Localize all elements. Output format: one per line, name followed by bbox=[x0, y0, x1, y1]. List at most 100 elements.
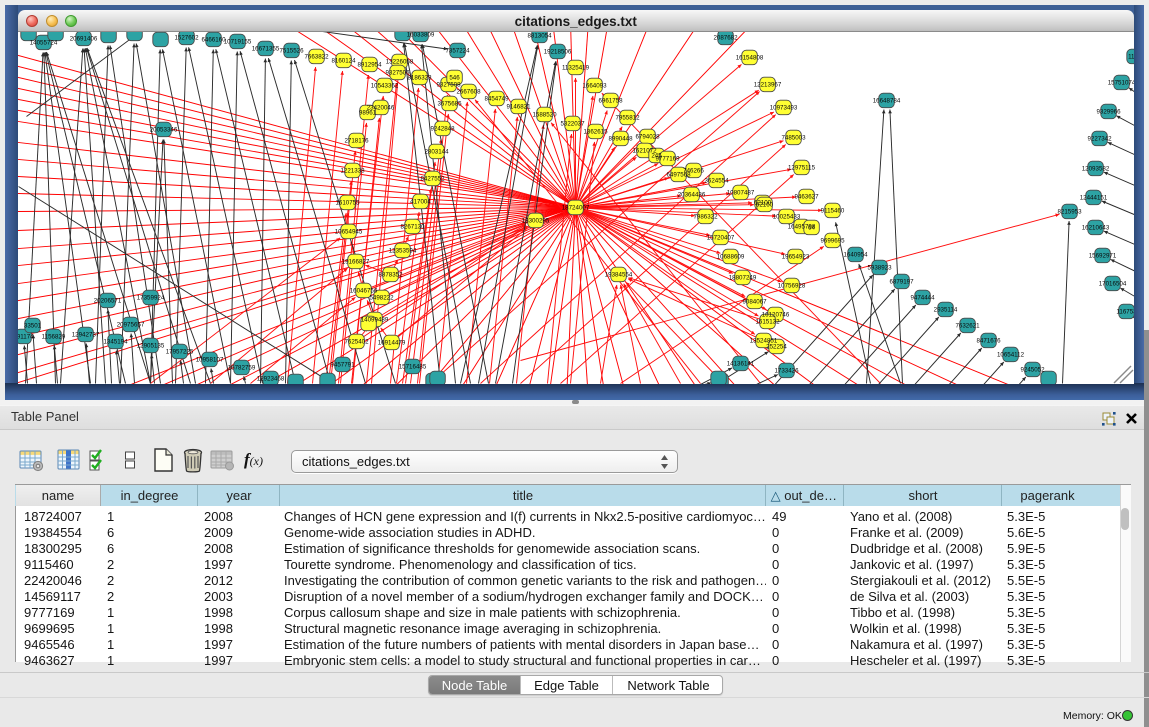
svg-text:12975115: 12975115 bbox=[787, 164, 815, 171]
svg-text:8471676: 8471676 bbox=[976, 337, 1001, 344]
svg-text:12942737: 12942737 bbox=[71, 331, 99, 338]
svg-text:10688609: 10688609 bbox=[716, 253, 744, 260]
svg-text:20364436: 20364436 bbox=[677, 191, 705, 198]
svg-text:9227342: 9227342 bbox=[1087, 135, 1112, 142]
svg-text:2803144: 2803144 bbox=[424, 148, 449, 155]
svg-text:1527602: 1527602 bbox=[174, 34, 199, 41]
svg-text:19384554: 19384554 bbox=[604, 271, 632, 278]
svg-text:1221338: 1221338 bbox=[340, 167, 365, 174]
svg-text:6961758: 6961758 bbox=[598, 97, 623, 104]
svg-text:8454749: 8454749 bbox=[484, 95, 509, 102]
svg-text:9084067: 9084067 bbox=[742, 298, 767, 305]
svg-text:15751074: 15751074 bbox=[1107, 79, 1133, 86]
svg-text:16046756: 16046756 bbox=[349, 287, 377, 294]
svg-text:6466160: 6466160 bbox=[201, 36, 226, 43]
svg-text:7515526: 7515526 bbox=[279, 47, 304, 54]
svg-text:417004: 417004 bbox=[410, 198, 431, 205]
svg-text:1664093: 1664093 bbox=[582, 82, 607, 89]
svg-text:5498222: 5498222 bbox=[369, 294, 394, 301]
svg-text:8186323: 8186323 bbox=[407, 74, 432, 81]
svg-text:16782759: 16782759 bbox=[227, 364, 255, 371]
svg-text:16154808: 16154808 bbox=[735, 54, 763, 61]
svg-text:98961: 98961 bbox=[358, 109, 376, 116]
svg-text:1640954: 1640954 bbox=[843, 251, 868, 258]
svg-text:116753: 116753 bbox=[1116, 308, 1134, 315]
svg-text:19218506: 19218506 bbox=[543, 48, 571, 55]
svg-text:9115460: 9115460 bbox=[820, 207, 844, 214]
svg-text:20691406: 20691406 bbox=[69, 35, 97, 42]
svg-text:17359924: 17359924 bbox=[136, 294, 164, 301]
svg-text:7625402: 7625402 bbox=[344, 338, 369, 345]
svg-text:16120746: 16120746 bbox=[761, 311, 789, 318]
svg-text:16671355: 16671355 bbox=[251, 45, 279, 52]
svg-text:2667608: 2667608 bbox=[456, 88, 481, 95]
svg-text:19654923: 19654923 bbox=[781, 253, 809, 260]
svg-text:16648784: 16648784 bbox=[872, 97, 900, 104]
svg-text:18724007: 18724007 bbox=[561, 204, 589, 211]
svg-text:7632621: 7632621 bbox=[955, 322, 980, 329]
svg-text:5938923: 5938923 bbox=[867, 264, 892, 271]
svg-text:18300295: 18300295 bbox=[521, 217, 549, 224]
svg-text:12444151: 12444151 bbox=[1079, 194, 1107, 201]
svg-text:16914479: 16914479 bbox=[377, 339, 405, 346]
svg-text:7663822: 7663822 bbox=[304, 53, 329, 60]
svg-text:19166827: 19166827 bbox=[341, 258, 369, 265]
svg-text:7485003: 7485003 bbox=[781, 134, 806, 141]
svg-text:8267130: 8267130 bbox=[400, 223, 425, 230]
svg-text:3675685: 3675685 bbox=[437, 100, 462, 107]
svg-text:14136141: 14136141 bbox=[726, 360, 754, 367]
svg-text:8912954: 8912954 bbox=[357, 61, 382, 68]
svg-text:1362615: 1362615 bbox=[583, 128, 608, 135]
svg-text:9146821: 9146821 bbox=[506, 103, 531, 110]
svg-text:6794028: 6794028 bbox=[635, 133, 660, 140]
svg-text:9327506: 9327506 bbox=[385, 69, 410, 76]
svg-text:9474444: 9474444 bbox=[910, 294, 935, 301]
svg-text:62160: 62160 bbox=[755, 201, 773, 208]
svg-text:2718176: 2718176 bbox=[344, 137, 369, 144]
svg-text:9699695: 9699695 bbox=[820, 237, 845, 244]
svg-text:1345194: 1345194 bbox=[103, 338, 128, 345]
svg-text:9329966: 9329966 bbox=[1096, 108, 1121, 115]
svg-text:1615132: 1615132 bbox=[755, 318, 780, 325]
svg-text:9327508: 9327508 bbox=[436, 81, 461, 88]
svg-text:15720407: 15720407 bbox=[706, 234, 734, 241]
svg-text:3624554: 3624554 bbox=[704, 177, 729, 184]
svg-text:8878352: 8878352 bbox=[378, 271, 403, 278]
svg-text:12093582: 12093582 bbox=[1081, 165, 1109, 172]
svg-text:10719155: 10719155 bbox=[223, 38, 251, 45]
svg-text:7955812: 7955812 bbox=[615, 114, 640, 121]
svg-text:33501: 33501 bbox=[23, 322, 41, 329]
svg-text:9242848: 9242848 bbox=[430, 125, 455, 132]
svg-text:14055724: 14055724 bbox=[29, 39, 57, 46]
svg-text:9777169: 9777169 bbox=[655, 155, 680, 162]
svg-text:10958107: 10958107 bbox=[195, 356, 223, 363]
svg-text:16210643: 16210643 bbox=[1081, 224, 1109, 231]
svg-text:12213967: 12213967 bbox=[753, 81, 781, 88]
svg-text:9245052: 9245052 bbox=[1020, 366, 1045, 373]
svg-text:12353594: 12353594 bbox=[388, 247, 416, 254]
svg-text:1733426: 1733426 bbox=[774, 367, 799, 374]
svg-text:17016504: 17016504 bbox=[1098, 280, 1126, 287]
svg-text:8160124: 8160124 bbox=[331, 57, 356, 64]
svg-text:546: 546 bbox=[449, 74, 460, 81]
svg-text:15716485: 15716485 bbox=[398, 363, 426, 370]
svg-text:1117: 1117 bbox=[1128, 53, 1134, 60]
svg-text:16033809: 16033809 bbox=[406, 32, 434, 39]
svg-text:20206571: 20206571 bbox=[93, 297, 121, 304]
svg-text:2087682: 2087682 bbox=[713, 34, 738, 41]
svg-text:8427552: 8427552 bbox=[420, 175, 445, 182]
svg-text:5322037: 5322037 bbox=[560, 120, 585, 127]
svg-text:10654112: 10654112 bbox=[996, 351, 1024, 358]
svg-text:6497568: 6497568 bbox=[666, 171, 691, 178]
svg-text:8990448: 8990448 bbox=[608, 135, 633, 142]
svg-text:17957225: 17957225 bbox=[165, 348, 193, 355]
svg-text:10025433: 10025433 bbox=[772, 213, 800, 220]
svg-text:9463627: 9463627 bbox=[794, 193, 819, 200]
svg-text:8813054: 8813054 bbox=[527, 32, 552, 39]
svg-text:2935114: 2935114 bbox=[933, 306, 957, 313]
svg-text:9457791: 9457791 bbox=[330, 361, 355, 368]
svg-text:20053346: 20053346 bbox=[149, 126, 177, 133]
svg-text:252254: 252254 bbox=[766, 343, 787, 350]
svg-text:10654945: 10654945 bbox=[334, 228, 362, 235]
svg-text:12905135: 12905135 bbox=[136, 342, 164, 349]
